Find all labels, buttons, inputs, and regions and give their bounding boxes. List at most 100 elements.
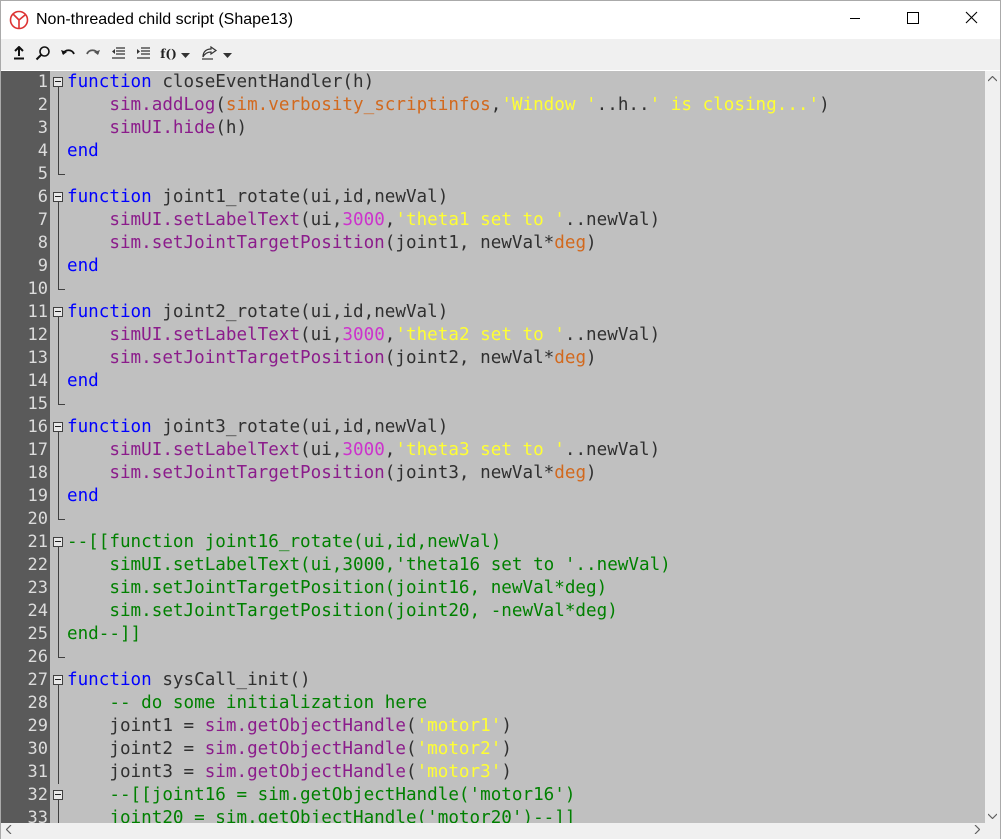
code-line[interactable]: 2 sim.addLog(sim.verbosity_scriptinfos,'… xyxy=(1,94,985,117)
fold-toggle-icon[interactable] xyxy=(53,537,63,547)
code-line[interactable]: 8 sim.setJointTargetPosition(joint1, new… xyxy=(1,232,985,255)
code-line[interactable]: 20 xyxy=(1,508,985,531)
code-line[interactable]: 26 xyxy=(1,646,985,669)
close-button[interactable] xyxy=(942,1,1000,39)
code-line[interactable]: 16 function joint3_rotate(ui,id,newVal) xyxy=(1,416,985,439)
code-text: joint3 = sim.getObjectHandle('motor3') xyxy=(67,761,512,784)
code-text: function joint3_rotate(ui,id,newVal) xyxy=(67,416,448,439)
code-line[interactable]: 27 function sysCall_init() xyxy=(1,669,985,692)
fold-toggle-icon[interactable] xyxy=(53,790,63,800)
outdent-button[interactable] xyxy=(107,43,129,65)
code-token: joint2 = xyxy=(67,739,205,759)
code-line[interactable]: 23 sim.setJointTargetPosition(joint16, n… xyxy=(1,577,985,600)
fold-toggle-icon[interactable] xyxy=(53,422,63,432)
horizontal-scrollbar[interactable] xyxy=(1,823,985,839)
code-line[interactable]: 24 sim.setJointTargetPosition(joint20, -… xyxy=(1,600,985,623)
code-token: simUI.hide xyxy=(109,118,216,138)
code-line[interactable]: 10 xyxy=(1,278,985,301)
code-token: 'motor2' xyxy=(416,739,502,759)
code-line[interactable]: 6 function joint1_rotate(ui,id,newVal) xyxy=(1,186,985,209)
code-token: simUI.setLabelText xyxy=(109,440,301,460)
export-button[interactable] xyxy=(9,43,29,65)
code-line[interactable]: 21 --[[function joint16_rotate(ui,id,newV… xyxy=(1,531,985,554)
fold-guide xyxy=(58,800,59,807)
line-number: 15 xyxy=(27,394,48,414)
line-number: 17 xyxy=(27,440,48,460)
code-line[interactable]: 11 function joint2_rotate(ui,id,newVal) xyxy=(1,301,985,324)
fold-toggle-icon[interactable] xyxy=(53,675,63,685)
scroll-up-button[interactable] xyxy=(985,71,1000,86)
code-line[interactable]: 4 end xyxy=(1,140,985,163)
code-line[interactable]: 30 joint2 = sim.getObjectHandle('motor2'… xyxy=(1,738,985,761)
indent-button[interactable] xyxy=(132,43,154,65)
code-token: ' is closing...' xyxy=(649,95,820,115)
fold-toggle-icon[interactable] xyxy=(53,307,63,317)
code-text: simUI.setLabelText(ui,3000,'theta3 set t… xyxy=(67,439,660,462)
code-text: --[[joint16 = sim.getObjectHandle('motor… xyxy=(67,784,575,807)
scroll-right-button[interactable] xyxy=(969,823,984,838)
line-number: 2 xyxy=(37,95,48,115)
search-button[interactable] xyxy=(32,43,54,65)
line-number: 13 xyxy=(27,348,48,368)
code-line[interactable]: 9 end xyxy=(1,255,985,278)
code-line[interactable]: 22 simUI.setLabelText(ui,3000,'theta16 s… xyxy=(1,554,985,577)
code-editor[interactable]: 1 function closeEventHandler(h) 2 sim.addL… xyxy=(1,71,985,823)
code-text: sim.setJointTargetPosition(joint2, newVa… xyxy=(67,347,596,370)
scroll-left-button[interactable] xyxy=(1,823,16,838)
title-bar[interactable]: Non-threaded child script (Shape13) xyxy=(1,1,1000,39)
line-number: 8 xyxy=(37,233,48,253)
fold-guide xyxy=(58,715,59,738)
line-number: 22 xyxy=(27,555,48,575)
code-line[interactable]: 33 joint20 = sim.getObjectHandle('motor2… xyxy=(1,807,985,823)
undo-button[interactable] xyxy=(57,43,79,65)
script-settings-dropdown[interactable] xyxy=(197,43,235,65)
code-token: joint1 = xyxy=(67,716,205,736)
code-token: ..newVal) xyxy=(564,440,661,460)
code-token: joint3 = xyxy=(67,762,205,782)
code-line[interactable]: 3 simUI.hide(h) xyxy=(1,117,985,140)
code-token: sim.setJointTargetPosition xyxy=(109,348,385,368)
code-line[interactable]: 13 sim.setJointTargetPosition(joint2, ne… xyxy=(1,347,985,370)
code-line[interactable]: 32 --[[joint16 = sim.getObjectHandle('mo… xyxy=(1,784,985,807)
redo-icon xyxy=(85,46,101,63)
line-number: 32 xyxy=(27,785,48,805)
line-number: 3 xyxy=(37,118,48,138)
code-token: (joint3, newVal* xyxy=(384,463,555,483)
code-line[interactable]: 19 end xyxy=(1,485,985,508)
code-line[interactable]: 28 -- do some initialization here xyxy=(1,692,985,715)
function-list-dropdown[interactable]: f() xyxy=(157,43,193,65)
code-line[interactable]: 1 function closeEventHandler(h) xyxy=(1,71,985,94)
maximize-button[interactable] xyxy=(884,1,942,39)
code-line[interactable]: 14 end xyxy=(1,370,985,393)
code-line[interactable]: 31 joint3 = sim.getObjectHandle('motor3'… xyxy=(1,761,985,784)
line-number: 16 xyxy=(27,417,48,437)
code-token: sim.getObjectHandle xyxy=(204,739,406,759)
fold-toggle-icon[interactable] xyxy=(53,192,63,202)
scroll-down-button[interactable] xyxy=(985,808,1000,823)
code-token: (ui, xyxy=(300,440,343,460)
fold-guide xyxy=(58,692,59,715)
outdent-icon xyxy=(111,46,126,63)
code-line[interactable]: 18 sim.setJointTargetPosition(joint3, ne… xyxy=(1,462,985,485)
code-line[interactable]: 12 simUI.setLabelText(ui,3000,'theta2 se… xyxy=(1,324,985,347)
minimize-button[interactable] xyxy=(826,1,884,39)
code-line[interactable]: 25 end--]] xyxy=(1,623,985,646)
redo-button[interactable] xyxy=(82,43,104,65)
code-token: joint1_rotate(ui,id,newVal) xyxy=(151,187,449,207)
vertical-scrollbar[interactable] xyxy=(985,71,1000,823)
code-line[interactable]: 7 simUI.setLabelText(ui,3000,'theta1 set… xyxy=(1,209,985,232)
code-text: end xyxy=(67,255,99,278)
code-token: ( xyxy=(405,739,417,759)
line-number: 24 xyxy=(27,601,48,621)
line-number: 21 xyxy=(27,532,48,552)
code-line[interactable]: 17 simUI.setLabelText(ui,3000,'theta3 se… xyxy=(1,439,985,462)
code-line[interactable]: 29 joint1 = sim.getObjectHandle('motor1'… xyxy=(1,715,985,738)
fold-toggle-icon[interactable] xyxy=(53,77,63,87)
code-token: simUI.setLabelText(ui,3000,'theta16 set … xyxy=(67,555,671,575)
code-text: sim.setJointTargetPosition(joint16, newV… xyxy=(67,577,607,600)
code-text: end--]] xyxy=(67,623,141,646)
code-line[interactable]: 15 xyxy=(1,393,985,416)
code-line[interactable]: 5 xyxy=(1,163,985,186)
